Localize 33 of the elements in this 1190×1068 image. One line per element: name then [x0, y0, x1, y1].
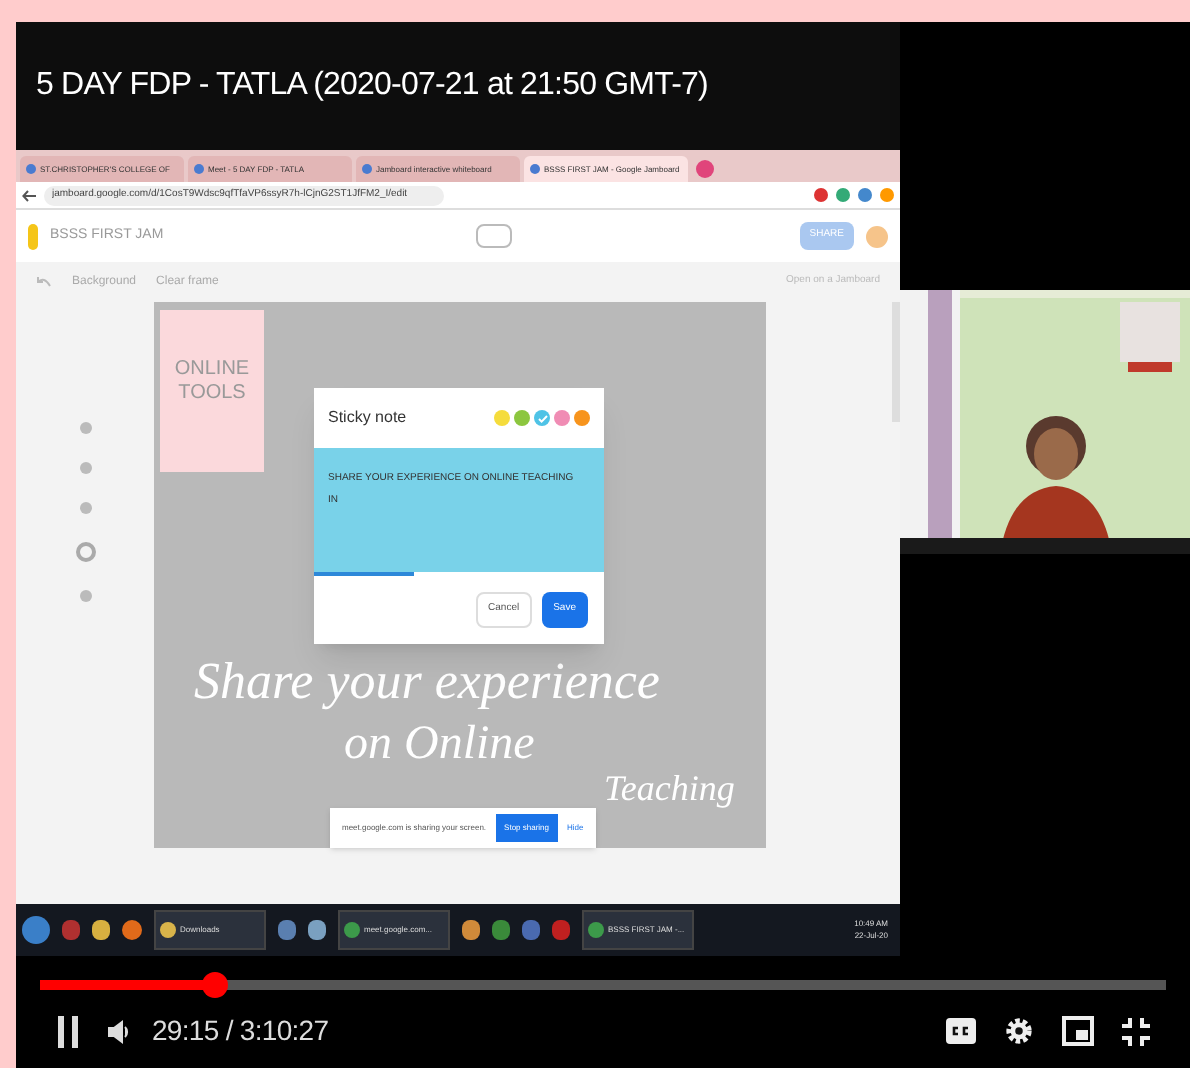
color-swatch[interactable] — [514, 410, 530, 426]
undo-icon[interactable] — [36, 276, 52, 288]
volume-icon[interactable] — [108, 1019, 132, 1043]
dialog-title: Sticky note — [328, 406, 407, 430]
browser-icon — [344, 922, 360, 938]
captions-icon[interactable] — [946, 1018, 976, 1044]
settings-icon[interactable] — [1004, 1016, 1034, 1046]
color-swatch[interactable] — [574, 410, 590, 426]
color-swatch[interactable] — [534, 410, 550, 426]
avatar[interactable] — [866, 225, 888, 247]
favicon-icon — [26, 164, 36, 174]
browser-icon — [588, 922, 604, 938]
video-title: 5 DAY FDP - TATLA (2020-07-21 at 21:50 GMT-7) — [36, 66, 708, 106]
favicon-icon — [530, 164, 540, 174]
pause-icon[interactable] — [56, 1015, 80, 1047]
folder-icon — [160, 922, 176, 938]
new-tab-button[interactable] — [696, 160, 714, 178]
exit-fullscreen-icon[interactable] — [1122, 1017, 1150, 1045]
handwritten-text: Share your experience — [194, 650, 660, 714]
scrubber-handle[interactable] — [201, 972, 228, 998]
handwritten-text: Teaching — [604, 766, 735, 812]
start-button[interactable] — [22, 916, 50, 944]
jamboard-logo-icon — [28, 223, 38, 249]
back-icon[interactable] — [22, 189, 36, 201]
profile-avatar[interactable] — [880, 188, 894, 202]
handwritten-text: on Online — [344, 716, 535, 774]
color-swatch[interactable] — [494, 410, 510, 426]
favicon-icon — [194, 164, 204, 174]
favicon-icon — [362, 164, 372, 174]
time-display: 29:15 / 3:10:27 — [152, 1012, 329, 1050]
frame-bar-icon[interactable] — [475, 224, 512, 248]
color-swatch[interactable] — [554, 410, 570, 426]
miniplayer-icon[interactable] — [1062, 1016, 1094, 1046]
